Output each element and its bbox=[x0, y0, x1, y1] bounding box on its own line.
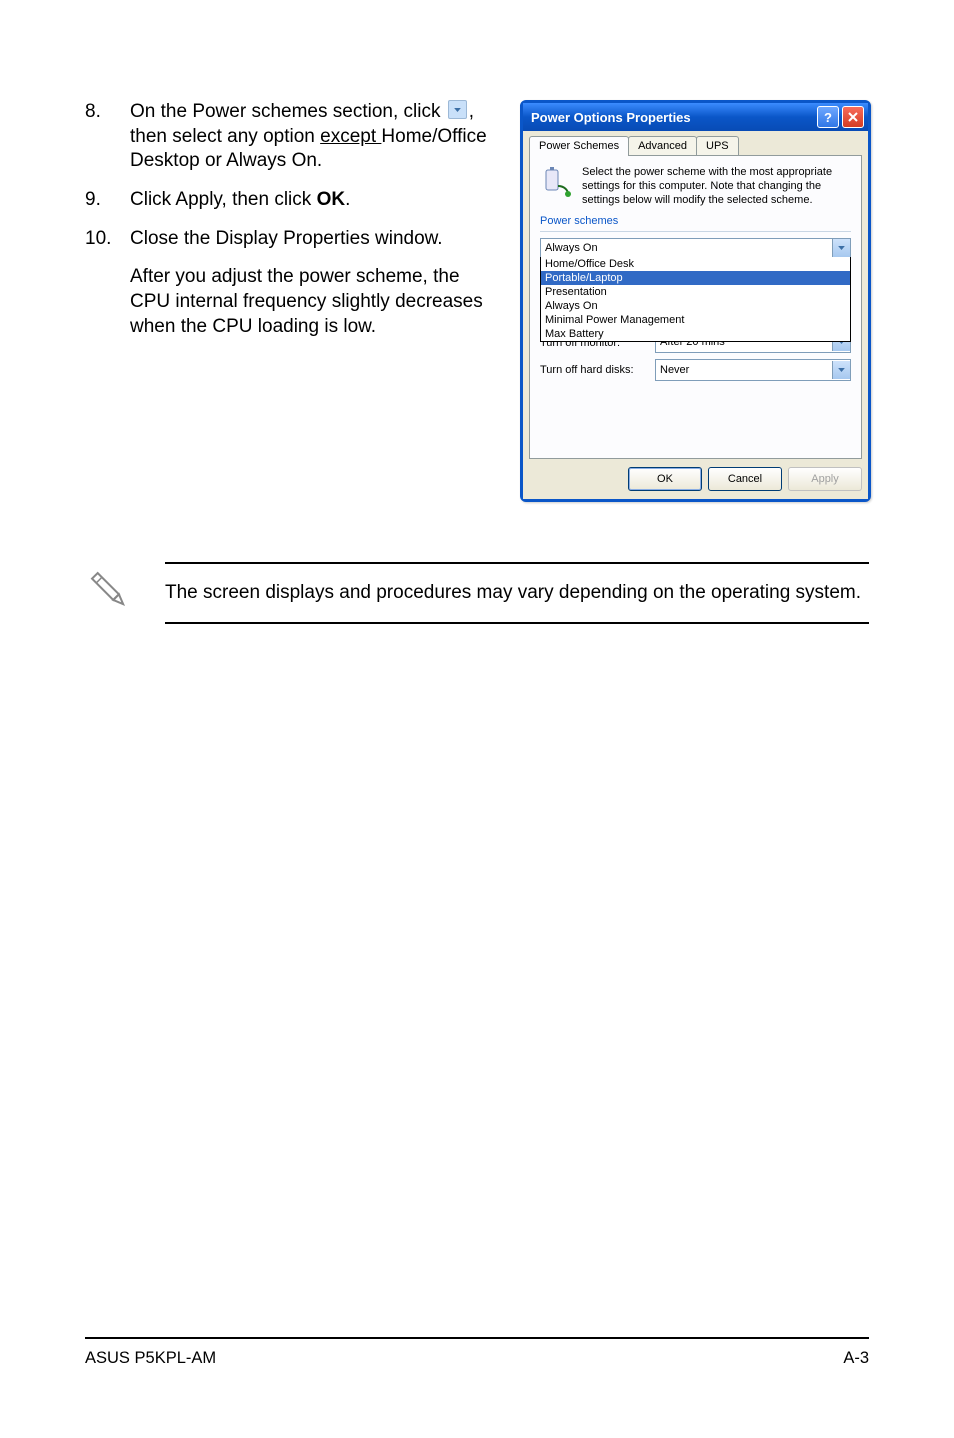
combo-value: Always On bbox=[545, 242, 598, 254]
power-scheme-combobox[interactable]: Always On bbox=[540, 238, 851, 258]
list-item[interactable]: Max Battery bbox=[541, 327, 850, 341]
info-row: Select the power scheme with the most ap… bbox=[540, 166, 851, 207]
step-number: 8. bbox=[85, 100, 101, 125]
tab-panel: Select the power scheme with the most ap… bbox=[529, 155, 862, 459]
row-label: Turn off hard disks: bbox=[540, 364, 655, 376]
ok-button[interactable]: OK bbox=[628, 467, 702, 491]
instructions-column: 8. On the Power schemes section, click ,… bbox=[85, 100, 490, 340]
page: 8. On the Power schemes section, click ,… bbox=[0, 0, 954, 1438]
cancel-button[interactable]: Cancel bbox=[708, 467, 782, 491]
titlebar[interactable]: Power Options Properties ? bbox=[523, 103, 868, 131]
titlebar-buttons: ? bbox=[817, 106, 864, 128]
chevron-down-icon[interactable] bbox=[832, 361, 850, 379]
footer-left: ASUS P5KPL-AM bbox=[85, 1349, 216, 1368]
step-text: Click Apply, then click bbox=[130, 189, 317, 210]
dialog-buttons: OK Cancel Apply bbox=[529, 467, 862, 491]
step-number: 10. bbox=[85, 227, 111, 252]
note-box: The screen displays and procedures may v… bbox=[165, 562, 869, 624]
step-number: 9. bbox=[85, 188, 101, 213]
tab-power-schemes[interactable]: Power Schemes bbox=[529, 136, 629, 156]
window-title: Power Options Properties bbox=[531, 110, 691, 125]
dialog-column: Power Options Properties ? Power Schemes… bbox=[520, 100, 871, 502]
step-text: Close the Display Properties window. bbox=[130, 228, 443, 249]
power-options-dialog: Power Options Properties ? Power Schemes… bbox=[520, 100, 871, 502]
pencil-icon bbox=[85, 566, 135, 619]
step-9: 9. Click Apply, then click OK. bbox=[85, 188, 490, 213]
chevron-down-icon bbox=[448, 100, 467, 119]
chevron-down-icon[interactable] bbox=[832, 239, 850, 257]
list-item[interactable]: Home/Office Desk bbox=[541, 257, 850, 271]
power-schemes-label: Power schemes bbox=[540, 215, 851, 227]
dialog-body: Power Schemes Advanced UPS bbox=[523, 131, 868, 499]
turn-off-hard-disks-row: Turn off hard disks: Never bbox=[540, 359, 851, 381]
power-scheme-listbox: Home/Office Desk Portable/Laptop Present… bbox=[540, 257, 851, 342]
note-text: The screen displays and procedures may v… bbox=[165, 582, 861, 603]
list-item[interactable]: Presentation bbox=[541, 285, 850, 299]
note-row: The screen displays and procedures may v… bbox=[85, 562, 869, 624]
top-row: 8. On the Power schemes section, click ,… bbox=[85, 100, 869, 502]
apply-button[interactable]: Apply bbox=[788, 467, 862, 491]
ok-bold: OK bbox=[317, 189, 346, 210]
combo-value: Never bbox=[660, 364, 689, 376]
help-button[interactable]: ? bbox=[817, 106, 839, 128]
list-item[interactable]: Portable/Laptop bbox=[541, 271, 850, 285]
footer: ASUS P5KPL-AM A-3 bbox=[85, 1337, 869, 1368]
divider bbox=[540, 231, 851, 232]
step-10-continuation: After you adjust the power scheme, the C… bbox=[85, 265, 490, 339]
list-item[interactable]: Minimal Power Management bbox=[541, 313, 850, 327]
tab-advanced[interactable]: Advanced bbox=[628, 136, 697, 155]
step-text: . bbox=[345, 189, 350, 210]
info-text: Select the power scheme with the most ap… bbox=[582, 166, 851, 207]
step-text: On the Power schemes section, click bbox=[130, 101, 440, 122]
tabs: Power Schemes Advanced UPS bbox=[529, 135, 862, 155]
power-scheme-combo-wrap: Always On Home/Office Desk Portable/Lapt… bbox=[540, 238, 851, 258]
step-8: 8. On the Power schemes section, click ,… bbox=[85, 100, 490, 174]
list-item[interactable]: Always On bbox=[541, 299, 850, 313]
tab-ups[interactable]: UPS bbox=[696, 136, 739, 155]
turn-off-hard-disks-combo[interactable]: Never bbox=[655, 359, 851, 381]
footer-right: A-3 bbox=[843, 1349, 869, 1368]
step-10: 10. Close the Display Properties window. bbox=[85, 227, 490, 252]
battery-plug-icon bbox=[540, 166, 572, 201]
close-button[interactable] bbox=[842, 106, 864, 128]
except-underline: except bbox=[320, 126, 381, 147]
